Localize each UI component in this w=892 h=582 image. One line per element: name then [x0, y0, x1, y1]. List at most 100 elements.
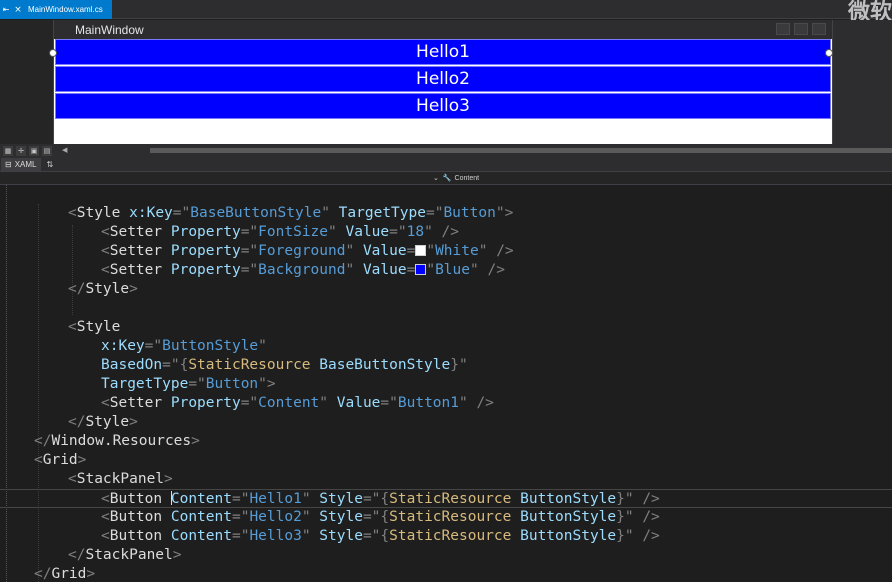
close-window-icon	[812, 23, 826, 35]
chevron-down-icon: ⌄	[432, 175, 439, 182]
code-token: <	[101, 491, 110, 507]
code-token: "	[426, 243, 436, 259]
code-line[interactable]: BasedOn="{StaticResource BaseButtonStyle…	[0, 356, 892, 375]
code-token: </	[68, 414, 86, 430]
code-token: ="	[231, 528, 250, 544]
xaml-designer: MainWindow Hello1 Hello2 Hello3	[0, 20, 892, 144]
code-line[interactable]: <Setter Property="Background" Value= "Blu…	[0, 261, 892, 280]
code-token: "	[345, 243, 355, 259]
hello3-button[interactable]: Hello3	[55, 93, 831, 119]
window-titlebar: MainWindow	[54, 20, 832, 39]
maximize-icon	[794, 23, 808, 35]
code-token: Value	[345, 224, 390, 240]
code-token: Value	[362, 243, 407, 259]
document-tab[interactable]: ⇤ × MainWindow.xaml.cs	[0, 0, 112, 19]
code-token: >	[164, 471, 173, 487]
code-line[interactable]: <Button Content="Hello1" Style="{StaticR…	[0, 489, 892, 508]
code-line[interactable]: <Setter Property="FontSize" Value="18" /…	[0, 223, 892, 242]
code-token: Setter	[109, 224, 163, 240]
swap-panes-icon[interactable]: ⇅	[47, 160, 54, 169]
code-token: ="{	[362, 528, 390, 544]
code-line[interactable]: <Setter Property="Foreground" Value= "Whi…	[0, 242, 892, 261]
code-token: ="{	[162, 357, 189, 373]
code-line[interactable]: x:Key="ButtonStyle"	[0, 337, 892, 356]
code-token: ">	[258, 376, 276, 392]
code-text[interactable]: <Style x:Key="BaseButtonStyle" TargetTyp…	[0, 204, 892, 582]
code-line[interactable]: <Style x:Key="BaseButtonStyle" TargetTyp…	[0, 204, 892, 223]
snap-icon[interactable]: ✛	[16, 145, 26, 156]
code-token: >	[172, 547, 182, 563]
code-token: <	[68, 319, 77, 335]
code-token: >	[77, 452, 87, 468]
code-line[interactable]: </StackPanel>	[0, 546, 892, 565]
code-token: Property	[170, 224, 241, 240]
code-token: ="{	[362, 509, 390, 525]
code-token: "	[258, 338, 267, 354]
member-dropdown[interactable]: ⌄ 🔧 Content	[432, 174, 479, 183]
code-token: Content	[258, 395, 320, 411]
code-token: <	[68, 471, 77, 487]
code-token: Button1	[397, 395, 459, 411]
code-token: ="	[231, 509, 250, 525]
code-token: Content	[170, 528, 232, 544]
code-line[interactable]: </Style>	[0, 413, 892, 432]
code-token: TargetType	[101, 376, 189, 392]
hello2-button[interactable]: Hello2	[55, 66, 831, 92]
code-token: Foreground	[258, 243, 346, 259]
code-token: Setter	[109, 243, 163, 259]
code-line[interactable]: <Style	[0, 318, 892, 337]
mode-icon[interactable]: ▤	[42, 145, 52, 156]
code-line[interactable]: <Grid>	[0, 451, 892, 470]
code-token: <	[101, 395, 110, 411]
color-swatch-icon[interactable]	[415, 245, 427, 256]
code-token: ButtonStyle	[520, 491, 617, 507]
code-line[interactable]: <Setter Property="Content" Value="Button…	[0, 394, 892, 413]
code-line[interactable]: TargetType="Button">	[0, 375, 892, 394]
layout-icon[interactable]: ▣	[29, 145, 39, 156]
horizontal-scrollbar[interactable]	[150, 148, 892, 153]
grid-icon[interactable]: ▦	[3, 145, 13, 156]
code-token: StaticResource	[389, 509, 512, 525]
resize-handle-left[interactable]	[49, 49, 57, 57]
code-token: Content	[170, 491, 232, 507]
designer-window[interactable]: MainWindow Hello1 Hello2 Hello3	[53, 20, 833, 144]
code-line[interactable]: </Window.Resources>	[0, 432, 892, 451]
code-token: >	[129, 414, 138, 430]
document-tab-strip: ⇤ × MainWindow.xaml.cs 微软	[0, 0, 892, 25]
pin-icon[interactable]: ⇤	[0, 5, 12, 14]
code-token: Setter	[109, 395, 163, 411]
code-line[interactable]: <Button Content="Hello3" Style="{StaticR…	[0, 527, 892, 546]
tab-xaml[interactable]: ⊟ XAML	[1, 157, 41, 171]
code-line[interactable]: </Style>	[0, 280, 892, 299]
code-line[interactable]	[0, 299, 892, 318]
code-token: ="	[240, 262, 259, 278]
scroll-left-icon[interactable]: ◀	[62, 146, 67, 154]
code-token: ButtonStyle	[520, 528, 617, 544]
code-token: Button	[205, 376, 259, 392]
code-token: BasedOn	[101, 357, 163, 373]
code-token: Button	[443, 205, 496, 221]
code-token: "	[301, 509, 311, 525]
code-line[interactable]: </Grid>	[0, 565, 892, 582]
code-token: ">	[495, 205, 514, 221]
code-line[interactable]: <Button Content="Hello2" Style="{StaticR…	[0, 508, 892, 527]
code-token: Hello2	[249, 509, 302, 525]
code-token: >	[86, 566, 96, 582]
code-token: <	[101, 509, 110, 525]
code-token: ="	[380, 395, 398, 411]
code-token: Background	[258, 262, 346, 278]
code-token: "	[328, 224, 337, 240]
code-token: }" />	[616, 491, 660, 507]
color-swatch-icon[interactable]	[415, 264, 427, 275]
document-tab-title: MainWindow.xaml.cs	[28, 5, 103, 14]
resize-handle-right[interactable]	[825, 49, 833, 57]
code-editor[interactable]: <Style x:Key="BaseButtonStyle" TargetTyp…	[0, 185, 892, 582]
code-line[interactable]: <StackPanel>	[0, 470, 892, 489]
code-token: " />	[470, 262, 505, 278]
close-icon[interactable]: ×	[12, 5, 24, 15]
hello1-button[interactable]: Hello1	[55, 39, 831, 65]
code-token: Button	[109, 491, 163, 507]
